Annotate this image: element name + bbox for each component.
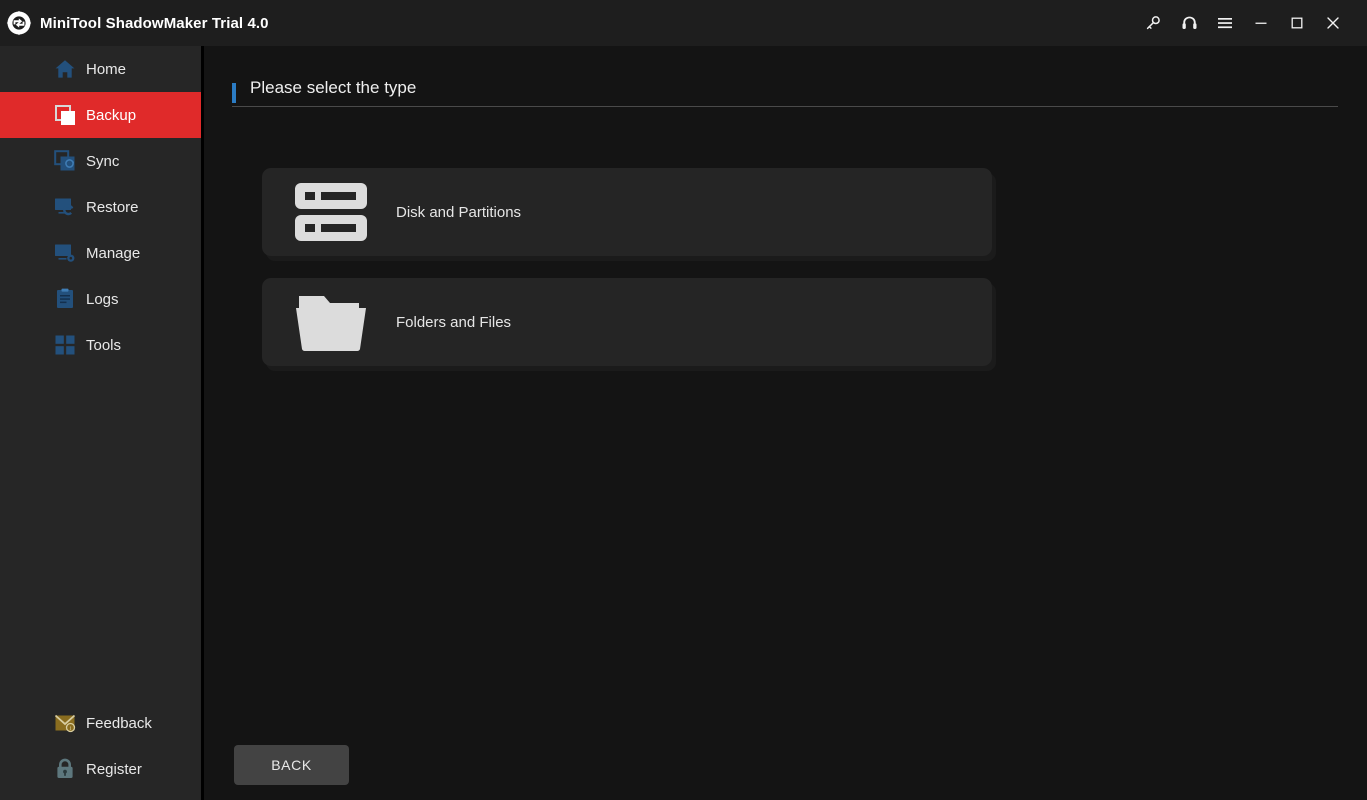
key-icon[interactable] — [1135, 0, 1171, 46]
home-icon — [53, 57, 77, 81]
sidebar-item-label: Register — [86, 760, 142, 778]
minimize-icon[interactable] — [1243, 0, 1279, 46]
sidebar-item-sync[interactable]: Sync — [0, 138, 201, 184]
sidebar-item-label: Manage — [86, 244, 141, 262]
sidebar-item-restore[interactable]: Restore — [0, 184, 201, 230]
feedback-envelope-icon: i — [53, 711, 77, 735]
sidebar-item-manage[interactable]: Manage — [0, 230, 201, 276]
sidebar-item-label: Feedback — [86, 714, 152, 732]
logs-icon — [53, 287, 77, 311]
tools-icon — [53, 333, 77, 357]
section-accent-bar — [232, 83, 236, 103]
sidebar-item-label: Restore — [86, 198, 139, 216]
card-disk-and-partitions[interactable]: Disk and Partitions — [262, 168, 992, 256]
sidebar-item-tools[interactable]: Tools — [0, 322, 201, 368]
card-label: Disk and Partitions — [396, 203, 522, 221]
minitool-circular-arrows-logo-icon — [6, 10, 32, 36]
close-icon[interactable] — [1315, 0, 1351, 46]
sidebar: Home Backup Sync Restore Manage Logs Too… — [0, 46, 204, 800]
back-button[interactable]: BACK — [234, 745, 349, 785]
sidebar-item-feedback[interactable]: i Feedback — [0, 700, 201, 746]
sync-icon — [53, 149, 77, 173]
disk-and-partitions-icon — [294, 181, 368, 243]
section-header: Please select the type — [232, 78, 1338, 113]
sidebar-item-label: Home — [86, 60, 127, 78]
card-label: Folders and Files — [396, 313, 512, 331]
restore-icon — [53, 195, 77, 219]
title-bar: MiniTool ShadowMaker Trial 4.0 — [0, 0, 1367, 46]
folders-and-files-icon — [294, 291, 368, 353]
maximize-icon[interactable] — [1279, 0, 1315, 46]
sidebar-item-label: Backup — [86, 106, 137, 124]
sidebar-item-home[interactable]: Home — [0, 46, 201, 92]
main-content: Please select the type Disk and Partitio… — [207, 46, 1367, 800]
sidebar-nav-bottom: i Feedback Register — [0, 700, 201, 800]
sidebar-item-register[interactable]: Register — [0, 746, 201, 792]
page-title: Please select the type — [250, 78, 417, 97]
sidebar-item-backup[interactable]: Backup — [0, 92, 201, 138]
headset-icon[interactable] — [1171, 0, 1207, 46]
sidebar-item-label: Tools — [86, 336, 122, 354]
sidebar-item-label: Logs — [86, 290, 119, 308]
sidebar-item-logs[interactable]: Logs — [0, 276, 201, 322]
hamburger-menu-icon[interactable] — [1207, 0, 1243, 46]
sidebar-item-label: Sync — [86, 152, 120, 170]
register-lock-icon — [53, 757, 77, 781]
app-title: MiniTool ShadowMaker Trial 4.0 — [40, 14, 269, 32]
sidebar-nav-top: Home Backup Sync Restore Manage Logs Too… — [0, 46, 201, 368]
manage-icon — [53, 241, 77, 265]
card-folders-and-files[interactable]: Folders and Files — [262, 278, 992, 366]
backup-type-list: Disk and Partitions Folders and Files — [262, 168, 992, 388]
backup-icon — [53, 103, 77, 127]
section-divider — [232, 106, 1338, 107]
